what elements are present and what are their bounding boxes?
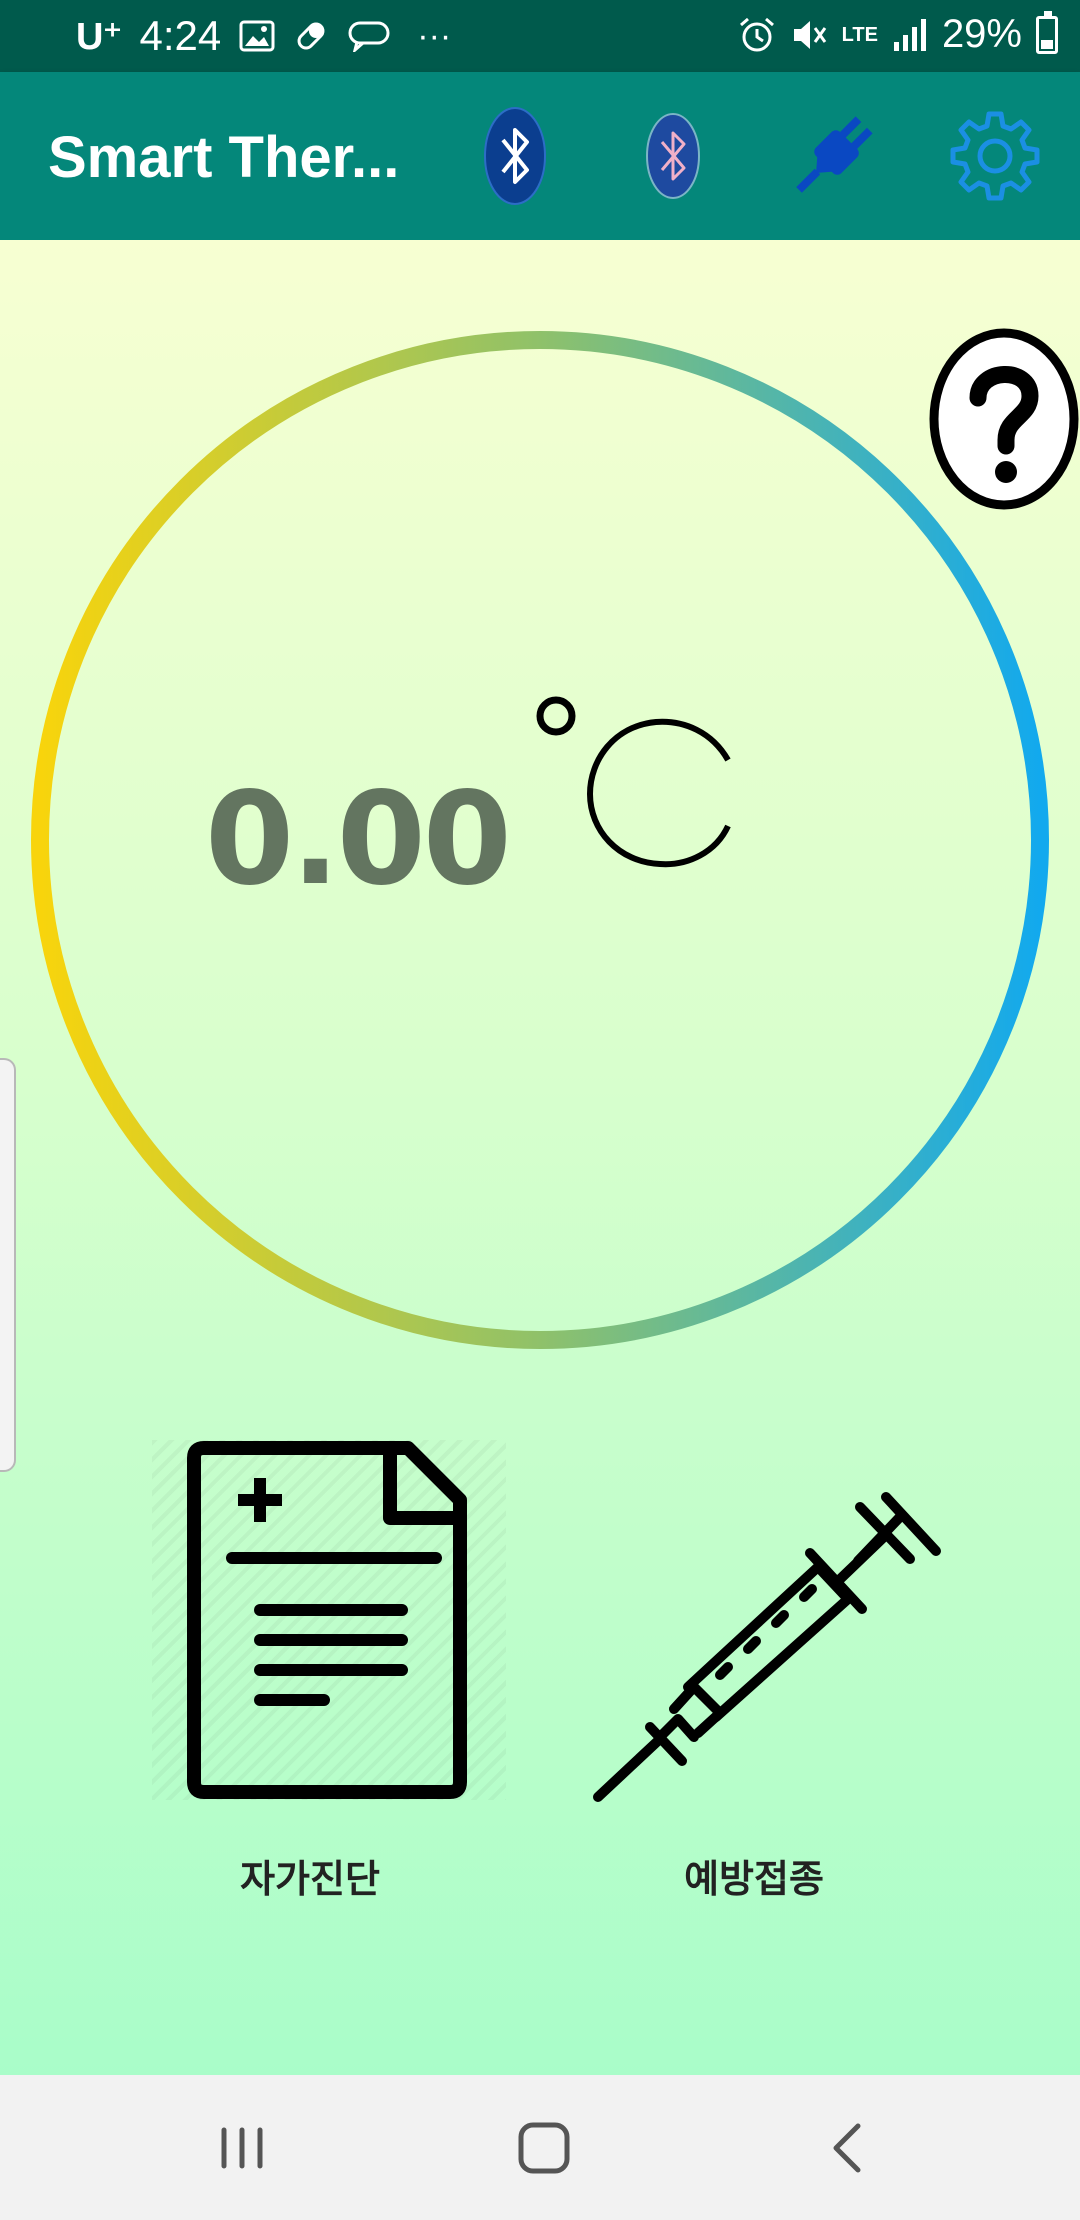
bluetooth-disconnect-button[interactable] bbox=[618, 100, 728, 212]
bluetooth-connect-button[interactable] bbox=[460, 100, 570, 212]
status-bar: U⁺ 4:24 ··· LTE 29% bbox=[0, 0, 1080, 72]
self-diagnosis-button[interactable] bbox=[152, 1440, 506, 1800]
recent-apps-icon bbox=[221, 2127, 263, 2169]
alarm-icon bbox=[738, 16, 776, 54]
chat-icon bbox=[347, 20, 391, 52]
question-mark-icon bbox=[929, 328, 1079, 510]
app-title: Smart Ther... bbox=[48, 125, 398, 190]
temperature-value: 0.00 bbox=[205, 765, 512, 914]
medical-document-icon bbox=[187, 1441, 467, 1799]
self-diagnosis-label: 자가진단 bbox=[240, 1859, 380, 1901]
help-button[interactable] bbox=[928, 328, 1080, 510]
syringe-icon bbox=[593, 1492, 941, 1802]
celsius-unit: °C bbox=[520, 680, 740, 905]
vaccination-label: 예방접종 bbox=[684, 1859, 824, 1901]
gear-icon bbox=[950, 111, 1040, 201]
bluetooth-icon bbox=[646, 113, 700, 199]
main-content: 0.00 °C 자가진단 bbox=[0, 240, 1080, 2075]
mute-icon bbox=[790, 16, 828, 54]
battery-percent: 29% bbox=[941, 12, 1022, 56]
recent-apps-button[interactable] bbox=[182, 2103, 302, 2193]
gallery-icon bbox=[239, 20, 275, 52]
plug-icon bbox=[796, 116, 873, 193]
network-type: LTE bbox=[841, 23, 878, 46]
app-bar: Smart Ther... bbox=[0, 72, 1080, 240]
home-icon bbox=[518, 2122, 570, 2174]
edge-panel-handle[interactable] bbox=[0, 1058, 16, 1472]
signal-icon bbox=[892, 18, 928, 52]
vaccination-button[interactable] bbox=[590, 1435, 970, 1805]
battery-icon bbox=[1036, 10, 1058, 54]
back-button[interactable] bbox=[788, 2103, 908, 2193]
more-notifications: ··· bbox=[417, 16, 452, 55]
connect-plug-button[interactable] bbox=[778, 100, 888, 212]
pill-icon bbox=[293, 18, 329, 54]
back-icon bbox=[833, 2123, 861, 2173]
bluetooth-icon bbox=[484, 107, 546, 205]
carrier-label: U⁺ bbox=[76, 15, 122, 58]
settings-button[interactable] bbox=[940, 100, 1050, 212]
clock: 4:24 bbox=[139, 12, 222, 59]
home-button[interactable] bbox=[484, 2103, 604, 2193]
celsius-icon bbox=[536, 696, 731, 868]
navigation-bar bbox=[0, 2075, 1080, 2220]
